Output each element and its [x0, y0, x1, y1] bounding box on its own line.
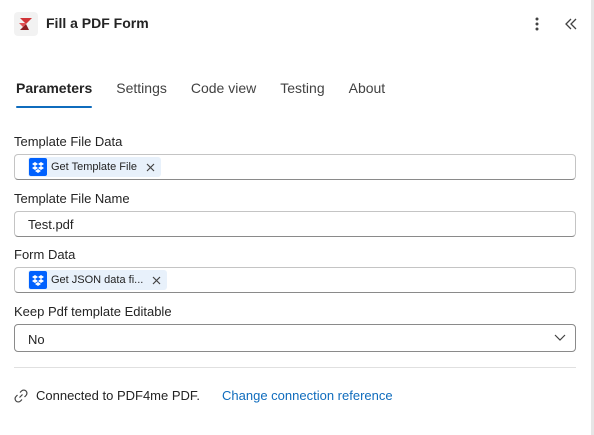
divider: [14, 367, 576, 368]
tab-settings[interactable]: Settings: [116, 78, 167, 110]
token-label: Get JSON data fi...: [51, 274, 144, 286]
double-chevron-left-icon: [565, 18, 577, 30]
keep-editable-value: No: [28, 332, 45, 347]
collapse-panel-button[interactable]: [560, 13, 582, 35]
more-vertical-icon: [535, 17, 539, 31]
more-options-button[interactable]: [526, 13, 548, 35]
connection-status-text: Connected to PDF4me PDF.: [36, 388, 201, 403]
tab-parameters[interactable]: Parameters: [16, 78, 93, 110]
dropbox-icon: [29, 158, 47, 176]
form-data-input[interactable]: Get JSON data fi...: [14, 267, 576, 293]
tab-code-view[interactable]: Code view: [191, 78, 256, 110]
chevron-down-icon: [554, 334, 566, 341]
dropbox-icon: [29, 271, 47, 289]
template-file-data-input[interactable]: Get Template File: [14, 154, 576, 180]
pdf4me-app-icon: [14, 12, 38, 36]
template-file-data-label: Template File Data: [14, 134, 123, 149]
template-file-name-label: Template File Name: [14, 191, 130, 206]
dynamic-content-token[interactable]: Get JSON data fi...: [28, 270, 168, 290]
connection-info: Connected to PDF4me PDF. Change connecti…: [14, 388, 393, 403]
action-title: Fill a PDF Form: [46, 15, 149, 31]
keep-editable-dropdown[interactable]: No: [14, 324, 576, 352]
action-details-panel: Fill a PDF Form Parameters Settings Code…: [0, 0, 594, 435]
close-icon[interactable]: [145, 162, 155, 172]
template-file-name-input[interactable]: Test.pdf: [14, 211, 576, 237]
token-label: Get Template File: [51, 161, 138, 173]
form-data-label: Form Data: [14, 247, 76, 262]
close-icon[interactable]: [151, 275, 161, 285]
panel-header: Fill a PDF Form: [0, 0, 594, 50]
template-file-name-value: Test.pdf: [28, 217, 74, 232]
tab-testing[interactable]: Testing: [280, 78, 324, 110]
dynamic-content-token[interactable]: Get Template File: [28, 157, 162, 177]
tab-list: Parameters Settings Code view Testing Ab…: [16, 78, 409, 110]
tab-about[interactable]: About: [349, 78, 386, 110]
change-connection-link[interactable]: Change connection reference: [222, 388, 393, 403]
link-icon: [14, 388, 28, 403]
keep-editable-label: Keep Pdf template Editable: [14, 304, 172, 319]
